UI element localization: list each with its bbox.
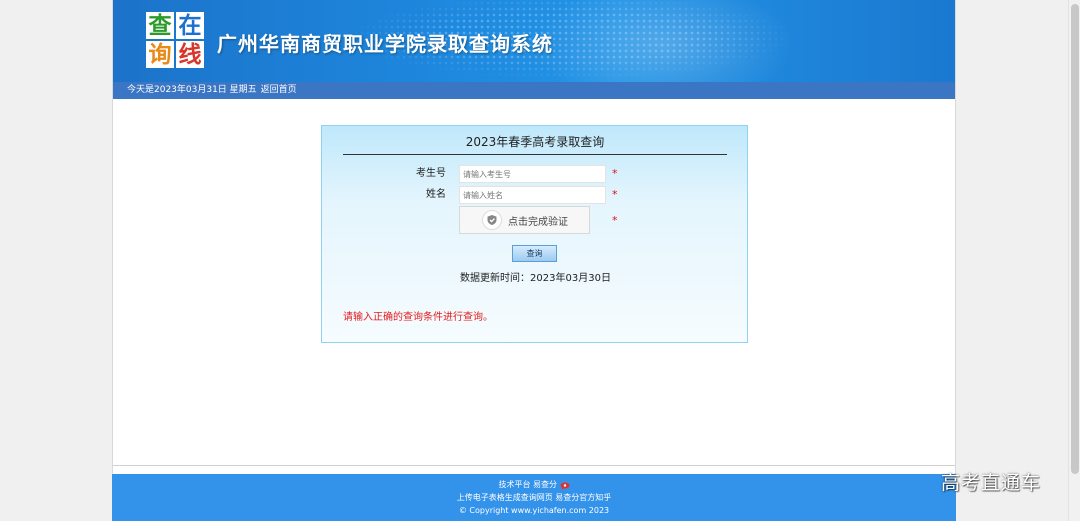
date-bar: 今天是2023年03月31日 星期五 返回首页 bbox=[113, 82, 955, 99]
query-hint: 请输入正确的查询条件进行查询。 bbox=[343, 312, 493, 323]
exam-number-row: 考生号 * bbox=[322, 165, 749, 183]
exam-number-input[interactable] bbox=[459, 165, 606, 183]
scrollbar-thumb[interactable] bbox=[1071, 4, 1079, 474]
site-title: 广州华南商贸职业学院录取查询系统 bbox=[217, 32, 553, 56]
main-content: 2023年春季高考录取查询 考生号 * 姓名 * bbox=[113, 99, 955, 466]
captcha-row: 点击完成验证 * bbox=[322, 206, 749, 236]
query-title: 2023年春季高考录取查询 bbox=[343, 133, 727, 155]
captcha-button[interactable]: 点击完成验证 bbox=[459, 206, 590, 234]
watermark-text: 高考直通车 bbox=[941, 472, 1042, 494]
query-panel: 2023年春季高考录取查询 考生号 * 姓名 * bbox=[321, 125, 748, 343]
upload-sheet-link[interactable]: 上传电子表格生成查询网页 bbox=[457, 493, 553, 502]
vertical-scrollbar[interactable] bbox=[1068, 0, 1080, 521]
required-mark: * bbox=[612, 167, 618, 180]
captcha-label: 点击完成验证 bbox=[508, 216, 568, 228]
footer-line-2: 上传电子表格生成查询网页 易查分官方知乎 bbox=[112, 491, 956, 504]
logo-char-4: 线 bbox=[176, 41, 204, 68]
tech-platform-link[interactable]: 技术平台 易查分 bbox=[498, 480, 557, 489]
logo-char-2: 在 bbox=[176, 12, 204, 39]
name-label: 姓名 bbox=[426, 189, 446, 200]
site-logo: 查 在 询 线 bbox=[146, 12, 204, 68]
required-mark: * bbox=[612, 214, 618, 227]
home-link[interactable]: 返回首页 bbox=[261, 85, 297, 95]
page-container: 查 在 询 线 广州华南商贸职业学院录取查询系统 今天是2023年03月31日 … bbox=[112, 0, 956, 521]
exam-number-label: 考生号 bbox=[416, 168, 446, 179]
logo-char-3: 询 bbox=[146, 41, 174, 68]
footer: 技术平台 易查分 上传电子表格生成查询网页 易查分官方知乎 © Copyrigh… bbox=[112, 474, 956, 521]
query-button[interactable]: 查询 bbox=[512, 245, 557, 262]
chat-bubble-icon bbox=[560, 481, 570, 490]
logo-char-1: 查 bbox=[146, 12, 174, 39]
footer-line-1: 技术平台 易查分 bbox=[112, 478, 956, 491]
banner-glow bbox=[533, 0, 793, 82]
update-time: 数据更新时间：2023年03月30日 bbox=[460, 273, 611, 284]
shield-check-icon bbox=[482, 210, 502, 230]
zhihu-link[interactable]: 易查分官方知乎 bbox=[555, 493, 611, 502]
required-mark: * bbox=[612, 188, 618, 201]
header-banner: 查 在 询 线 广州华南商贸职业学院录取查询系统 bbox=[113, 0, 955, 82]
copyright: © Copyright www.yichafen.com 2023 bbox=[458, 506, 610, 515]
today-date: 今天是2023年03月31日 星期五 bbox=[127, 85, 257, 95]
name-row: 姓名 * bbox=[322, 186, 749, 204]
name-input[interactable] bbox=[459, 186, 606, 204]
